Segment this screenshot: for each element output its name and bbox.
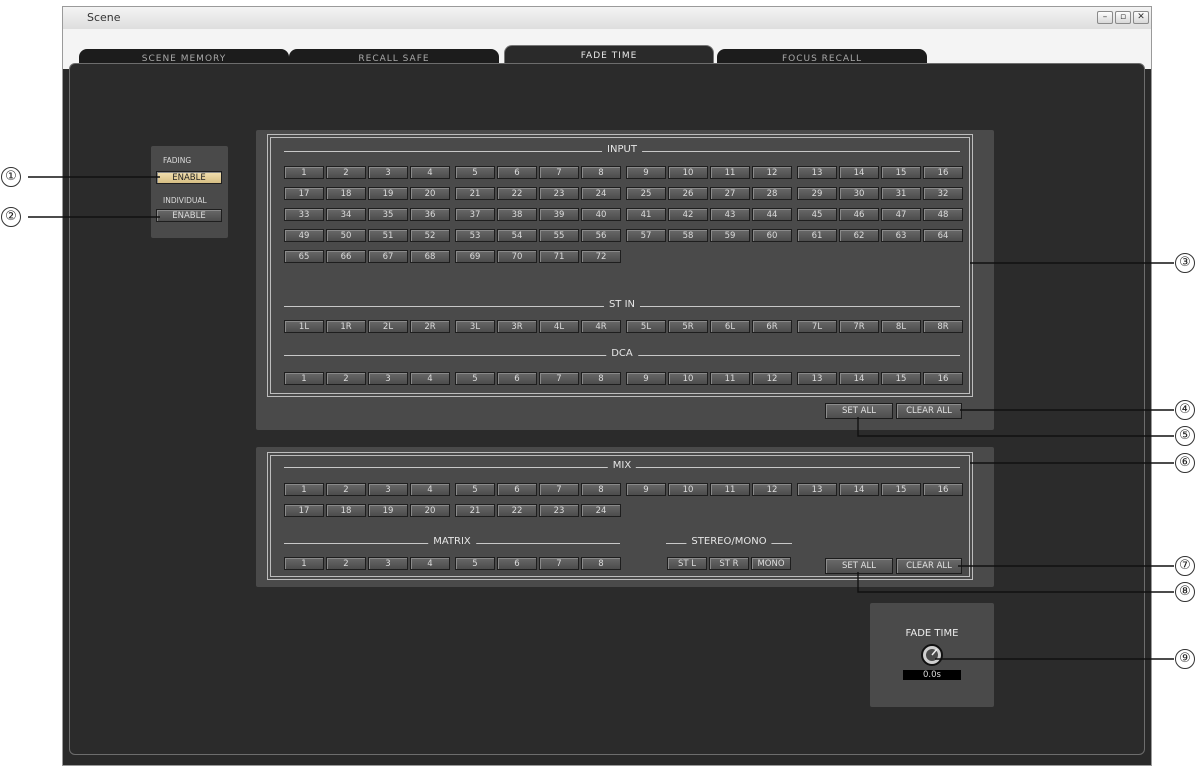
callout-leader-lines	[28, 176, 1174, 660]
callout-9: ⑨	[1175, 649, 1195, 669]
callout-5: ⑤	[1175, 426, 1195, 446]
callout-2: ②	[1, 207, 21, 227]
callout-8: ⑧	[1175, 582, 1195, 602]
callout-6: ⑥	[1175, 453, 1195, 473]
callout-7: ⑦	[1175, 556, 1195, 576]
callout-3: ③	[1175, 253, 1195, 273]
callout-1: ①	[1, 167, 21, 187]
callout-4: ④	[1175, 400, 1195, 420]
